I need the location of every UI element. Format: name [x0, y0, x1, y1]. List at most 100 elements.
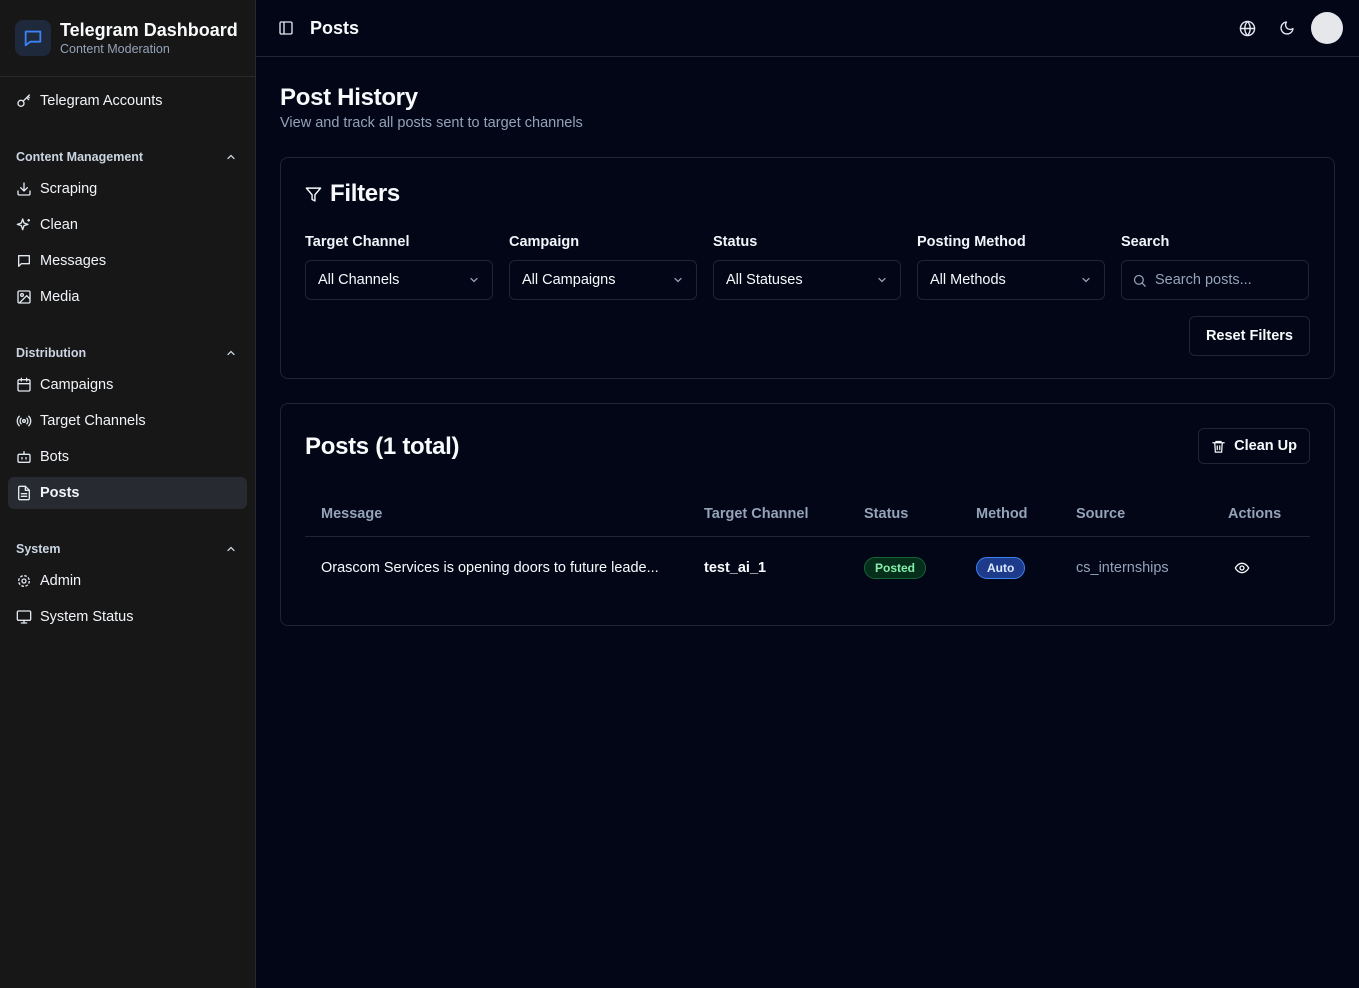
search-input[interactable]: [1155, 272, 1295, 288]
cog-icon: [16, 573, 32, 589]
clean-up-button[interactable]: Clean Up: [1198, 428, 1310, 464]
group-header-distribution[interactable]: Distribution: [0, 337, 255, 369]
status-select[interactable]: All Statuses: [713, 260, 901, 300]
sidebar-item-scraping[interactable]: Scraping: [8, 173, 247, 205]
sidebar-item-media[interactable]: Media: [8, 281, 247, 313]
method-badge: Auto: [976, 557, 1026, 580]
posts-table: Message Target Channel Status Method Sou…: [305, 492, 1310, 600]
group-header-system[interactable]: System: [0, 533, 255, 565]
theme-toggle-button[interactable]: [1267, 8, 1307, 48]
filter-search: Search: [1121, 234, 1309, 300]
sidebar-item-label: Campaigns: [40, 377, 114, 393]
page-content: Post History View and track all posts se…: [256, 57, 1359, 626]
group-header-content-management[interactable]: Content Management: [0, 141, 255, 173]
chevron-up-icon: [225, 347, 237, 359]
column-header-status[interactable]: Status: [848, 492, 960, 537]
filters-title: Filters: [305, 180, 1310, 208]
eye-icon: [1234, 560, 1250, 576]
column-header-source[interactable]: Source: [1060, 492, 1212, 537]
search-box[interactable]: [1121, 260, 1309, 300]
language-button[interactable]: [1227, 8, 1267, 48]
trash-icon: [1211, 439, 1226, 454]
sidebar-item-label: Telegram Accounts: [40, 93, 163, 109]
group-title: Distribution: [16, 346, 87, 360]
filter-icon: [305, 186, 322, 203]
sidebar-item-clean[interactable]: Clean: [8, 209, 247, 241]
reset-filters-button[interactable]: Reset Filters: [1188, 316, 1310, 356]
campaign-select[interactable]: All Campaigns: [509, 260, 697, 300]
search-icon: [1132, 273, 1147, 288]
sidebar-item-campaigns[interactable]: Campaigns: [8, 369, 247, 401]
chevron-down-icon: [876, 274, 888, 286]
sidebar-item-messages[interactable]: Messages: [8, 245, 247, 277]
chevron-up-icon: [225, 151, 237, 163]
brand-header[interactable]: Telegram Dashboard Content Moderation: [0, 0, 255, 77]
brand-subtitle: Content Moderation: [60, 42, 170, 56]
filter-status: Status All Statuses: [713, 234, 901, 300]
table-header-row: Message Target Channel Status Method Sou…: [305, 492, 1310, 537]
posts-card: Posts (1 total) Clean Up Message Target …: [280, 403, 1335, 626]
monitor-icon: [16, 609, 32, 625]
sidebar-item-admin[interactable]: Admin: [8, 565, 247, 597]
filter-posting-method: Posting Method All Methods: [917, 234, 1105, 300]
filters-card: Filters Target Channel All Channels Camp…: [280, 157, 1335, 379]
cell-source: cs_internships: [1076, 560, 1169, 577]
sidebar-item-posts[interactable]: Posts: [8, 477, 247, 509]
sidebar-item-label: Media: [40, 289, 80, 305]
group-title: System: [16, 542, 61, 556]
bot-icon: [16, 449, 32, 465]
filter-target-channel: Target Channel All Channels: [305, 234, 493, 300]
sidebar-item-label: Admin: [40, 573, 82, 589]
sidebar-item-label: Bots: [40, 449, 70, 465]
sidebar-item-bots[interactable]: Bots: [8, 441, 247, 473]
top-bar: Posts: [256, 0, 1359, 57]
column-header-actions: Actions: [1212, 492, 1310, 537]
cell-target-channel: test_ai_1: [704, 560, 767, 577]
sidebar-item-label: Clean: [40, 217, 78, 233]
radio-icon: [16, 413, 32, 429]
table-row[interactable]: Orascom Services is opening doors to fut…: [305, 536, 1310, 600]
filter-label: Campaign: [509, 234, 580, 250]
posts-title: Posts (1 total): [305, 433, 460, 460]
posting-method-select[interactable]: All Methods: [917, 260, 1105, 300]
chevron-up-icon: [225, 543, 237, 555]
group-title: Content Management: [16, 150, 144, 164]
download-icon: [16, 181, 32, 197]
status-badge: Posted: [864, 557, 927, 580]
avatar[interactable]: [1311, 12, 1343, 44]
main-area: Posts Post History View and track all po…: [256, 0, 1359, 988]
sparkles-icon: [16, 217, 32, 233]
cell-message: Orascom Services is opening doors to fut…: [321, 560, 659, 577]
filter-label: Posting Method: [917, 234, 1026, 250]
page-header-title: Posts: [310, 17, 360, 38]
globe-icon: [1239, 20, 1256, 37]
column-header-method[interactable]: Method: [960, 492, 1060, 537]
chat-logo-icon: [15, 20, 51, 56]
clean-up-label: Clean Up: [1234, 438, 1297, 454]
target-channel-select[interactable]: All Channels: [305, 260, 493, 300]
select-value: All Campaigns: [522, 272, 616, 288]
sidebar-item-system-status[interactable]: System Status: [8, 601, 247, 633]
chevron-down-icon: [468, 274, 480, 286]
filter-label: Target Channel: [305, 234, 410, 250]
column-header-target-channel[interactable]: Target Channel: [688, 492, 848, 537]
sidebar-item-telegram-accounts[interactable]: Telegram Accounts: [8, 85, 247, 117]
sidebar-item-label: Posts: [40, 485, 80, 501]
key-icon: [16, 93, 32, 109]
cell-method: Auto: [960, 536, 1060, 600]
view-post-button[interactable]: [1228, 554, 1256, 582]
file-text-icon: [16, 485, 32, 501]
filter-label: Status: [713, 234, 758, 250]
column-header-message[interactable]: Message: [305, 492, 688, 537]
chevron-down-icon: [672, 274, 684, 286]
image-icon: [16, 289, 32, 305]
sidebar-item-label: Target Channels: [40, 413, 146, 429]
select-value: All Statuses: [726, 272, 803, 288]
cell-status: Posted: [848, 536, 960, 600]
sidebar-item-label: System Status: [40, 609, 134, 625]
calendar-icon: [16, 377, 32, 393]
sidebar-item-target-channels[interactable]: Target Channels: [8, 405, 247, 437]
filter-label: Search: [1121, 234, 1170, 250]
sidebar-toggle-icon[interactable]: [278, 20, 294, 36]
moon-icon: [1279, 20, 1295, 36]
